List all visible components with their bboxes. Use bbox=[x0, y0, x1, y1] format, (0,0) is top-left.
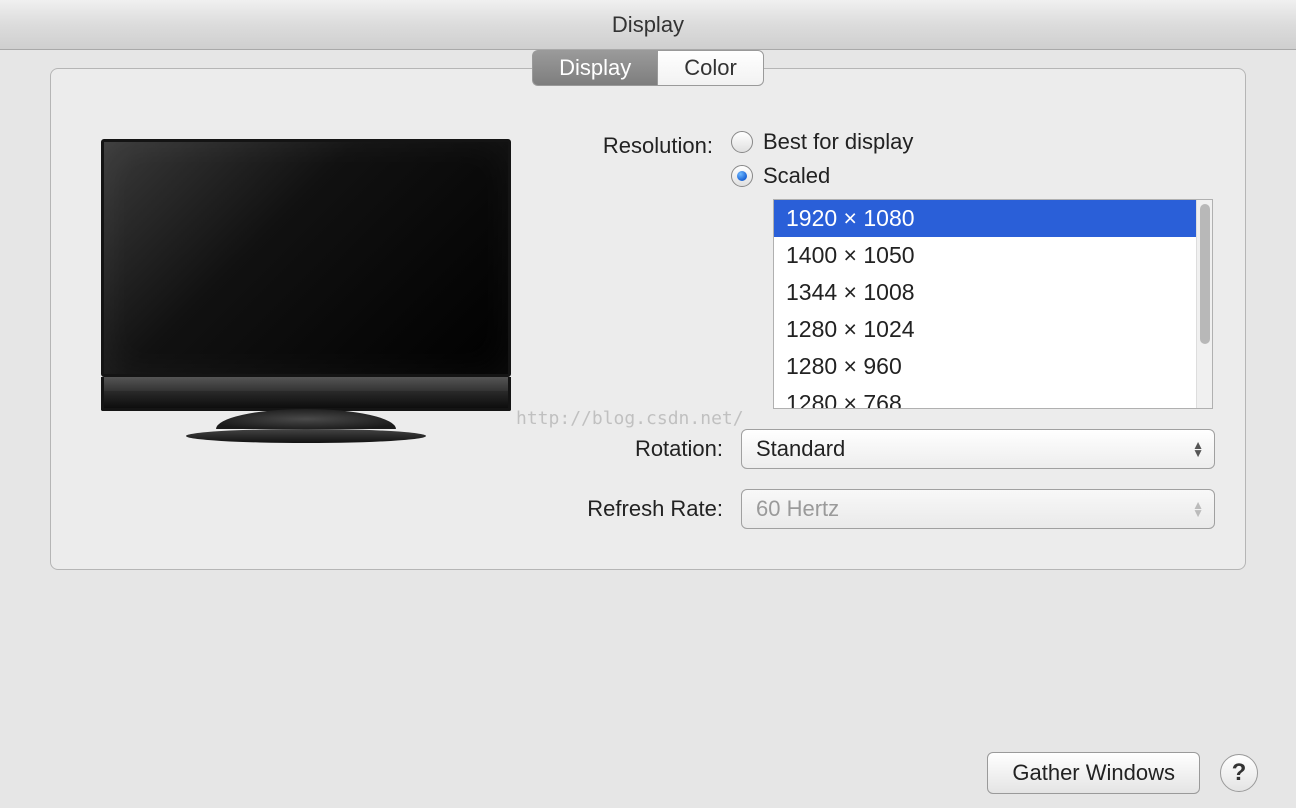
settings-panel: Resolution: Best for display Scaled bbox=[50, 68, 1246, 570]
footer: Gather Windows ? bbox=[987, 752, 1258, 794]
scrollbar[interactable] bbox=[1196, 200, 1212, 408]
resolution-option[interactable]: 1280 × 960 bbox=[774, 348, 1196, 385]
resolution-option[interactable]: 1920 × 1080 bbox=[774, 200, 1196, 237]
radio-scaled-label: Scaled bbox=[763, 163, 830, 189]
radio-icon bbox=[731, 131, 753, 153]
window-titlebar: Display bbox=[0, 0, 1296, 50]
tab-bar: Display Color bbox=[50, 50, 1246, 86]
chevron-up-down-icon: ▲▼ bbox=[1192, 441, 1204, 457]
resolution-listbox: 1920 × 1080 1400 × 1050 1344 × 1008 1280… bbox=[773, 199, 1213, 409]
rotation-select[interactable]: Standard ▲▼ bbox=[741, 429, 1215, 469]
gather-windows-button[interactable]: Gather Windows bbox=[987, 752, 1200, 794]
help-button[interactable]: ? bbox=[1220, 754, 1258, 792]
scrollbar-thumb[interactable] bbox=[1200, 204, 1210, 344]
refresh-rate-label: Refresh Rate: bbox=[571, 496, 741, 522]
rotation-label: Rotation: bbox=[571, 436, 741, 462]
rotation-value: Standard bbox=[756, 436, 845, 462]
refresh-rate-value: 60 Hertz bbox=[756, 496, 839, 522]
radio-scaled[interactable]: Scaled bbox=[731, 163, 1215, 189]
tab-color[interactable]: Color bbox=[657, 50, 764, 86]
resolution-option[interactable]: 1344 × 1008 bbox=[774, 274, 1196, 311]
resolution-option[interactable]: 1280 × 1024 bbox=[774, 311, 1196, 348]
radio-icon bbox=[731, 165, 753, 187]
tab-display[interactable]: Display bbox=[532, 50, 657, 86]
resolution-option[interactable]: 1280 × 768 bbox=[774, 385, 1196, 408]
radio-best-for-display[interactable]: Best for display bbox=[731, 129, 1215, 155]
resolution-label: Resolution: bbox=[571, 129, 731, 159]
monitor-icon bbox=[101, 139, 511, 443]
refresh-rate-select: 60 Hertz ▲▼ bbox=[741, 489, 1215, 529]
radio-best-label: Best for display bbox=[763, 129, 913, 155]
window-title: Display bbox=[612, 12, 684, 38]
chevron-up-down-icon: ▲▼ bbox=[1192, 501, 1204, 517]
resolution-option[interactable]: 1400 × 1050 bbox=[774, 237, 1196, 274]
